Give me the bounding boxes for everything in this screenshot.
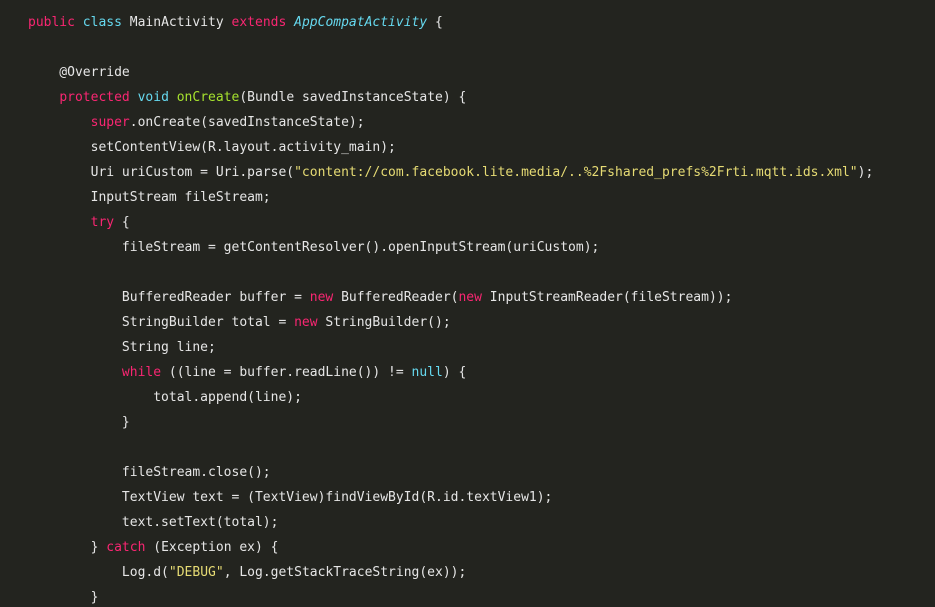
code-editor: public class MainActivity extends AppCom… [0, 0, 935, 607]
code-text: String line; [28, 340, 216, 355]
keyword-class: class [83, 15, 122, 30]
code-text: BufferedReader buffer = [28, 290, 310, 305]
method-name: onCreate [177, 90, 240, 105]
code-text: InputStream fileStream; [28, 190, 271, 205]
indent: } [28, 540, 106, 555]
keyword-new: new [310, 290, 333, 305]
code-text: ((line = buffer.readLine()) != [161, 365, 411, 380]
code-text: , Log.getStackTraceString(ex)); [224, 565, 467, 580]
annotation-override: @Override [28, 65, 130, 80]
code-text: StringBuilder total = [28, 315, 294, 330]
code-text: fileStream.close(); [28, 465, 271, 480]
string-literal-uri: "content://com.facebook.lite.media/..%2F… [294, 165, 858, 180]
keyword-protected: protected [59, 90, 129, 105]
brace-open: { [114, 215, 130, 230]
keyword-super: super [91, 115, 130, 130]
code-text: (Exception ex) { [145, 540, 278, 555]
keyword-new: new [294, 315, 317, 330]
code-text: setContentView(R.layout.activity_main); [28, 140, 396, 155]
superclass-name: AppCompatActivity [294, 15, 427, 30]
brace-close: } [28, 415, 130, 430]
code-text: TextView text = (TextView)findViewById(R… [28, 490, 552, 505]
code-text: total.append(line); [28, 390, 302, 405]
keyword-public: public [28, 15, 75, 30]
space [169, 90, 177, 105]
code-text: ); [858, 165, 874, 180]
space [130, 90, 138, 105]
keyword-catch: catch [106, 540, 145, 555]
keyword-new: new [458, 290, 481, 305]
code-text: Log.d( [28, 565, 169, 580]
keyword-null: null [412, 365, 443, 380]
indent [28, 365, 122, 380]
class-name: MainActivity [130, 15, 224, 30]
code-text: text.setText(total); [28, 515, 278, 530]
code-text: StringBuilder(); [318, 315, 451, 330]
string-literal-debug: "DEBUG" [169, 565, 224, 580]
code-text: fileStream = getContentResolver().openIn… [28, 240, 599, 255]
brace-open: { [427, 15, 443, 30]
indent [28, 215, 91, 230]
method-args: (Bundle savedInstanceState) { [239, 90, 466, 105]
keyword-while: while [122, 365, 161, 380]
keyword-void: void [138, 90, 169, 105]
code-text: .onCreate(savedInstanceState); [130, 115, 365, 130]
indent [28, 90, 59, 105]
code-text: ) { [443, 365, 466, 380]
keyword-try: try [91, 215, 114, 230]
code-text: InputStreamReader(fileStream)); [482, 290, 732, 305]
indent [28, 115, 91, 130]
code-text: BufferedReader( [333, 290, 458, 305]
keyword-extends: extends [232, 15, 287, 30]
brace-close: } [28, 590, 98, 605]
space [75, 15, 83, 30]
code-text: Uri uriCustom = Uri.parse( [28, 165, 294, 180]
